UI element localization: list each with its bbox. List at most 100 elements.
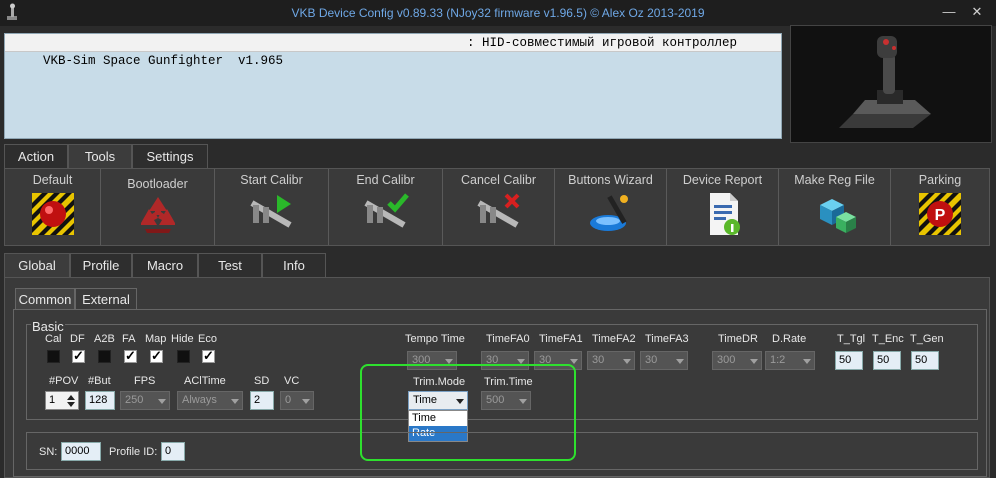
timedr-value: 300 [717,354,736,366]
acltime-select[interactable]: Always [177,391,243,410]
device-row[interactable]: VKB-Sim Space Gunfighter v1.965 : HID-со… [5,34,781,68]
timefa2-label: TimeFA2 [592,333,636,345]
minimize-button[interactable]: — [940,4,958,20]
window-title: VKB Device Config v0.89.33 (NJoy32 firmw… [291,6,705,20]
pov-down-arrow-icon[interactable] [67,402,75,407]
start-calibr-button[interactable]: Start Calibr [215,169,329,245]
parking-label: Parking [918,173,962,187]
timefa3-value: 30 [645,354,658,366]
chevron-down-icon [623,359,631,364]
device-image [790,25,992,143]
tab-macro[interactable]: Macro [132,253,198,278]
drate-value: 1:2 [770,354,786,366]
chevron-down-icon [158,399,166,404]
flag-checkbox-a2b[interactable] [98,350,111,363]
flag-checkbox-map[interactable] [150,348,163,364]
acltime-label: AClTime [184,375,226,387]
default-label: Default [32,173,73,187]
caliper-play-icon [249,195,292,228]
start-calibr-label: Start Calibr [240,173,303,187]
make-reg-file-label: Make Reg File [794,173,875,187]
profile-id-label: Profile ID: [109,446,158,458]
t-tgl-field[interactable]: 50 [835,351,863,370]
registry-cubes-icon [819,199,856,233]
tab-tools[interactable]: Tools [68,144,132,169]
pov-value: 1 [49,394,56,406]
bootloader-button[interactable]: Bootloader [101,169,215,245]
tools-toolbar: Default Bootloader Start Calibr End Cali… [4,168,990,246]
svg-text:P: P [935,207,946,224]
timefa0-label: TimeFA0 [486,333,530,345]
buttons-count-field[interactable]: 128 [85,391,115,410]
buttons-wizard-label: Buttons Wizard [568,173,653,187]
cancel-calibr-label: Cancel Calibr [460,173,537,187]
tab-action[interactable]: Action [4,144,68,169]
chevron-down-icon [676,359,684,364]
parking-button[interactable]: Parking P [891,169,989,245]
tab-external[interactable]: External [75,288,137,310]
default-button[interactable]: Default [5,169,101,245]
timefa1-label: TimeFA1 [539,333,583,345]
buttons-wizard-button[interactable]: Buttons Wizard [555,169,667,245]
document-info-icon [709,193,740,235]
t-enc-label: T_Enc [872,333,904,345]
end-calibr-button[interactable]: End Calibr [329,169,443,245]
pov-label: #POV [49,375,79,387]
fps-select[interactable]: 250 [120,391,170,410]
tab-profile[interactable]: Profile [70,253,132,278]
sn-label: SN: [39,446,58,458]
device-report-button[interactable]: Device Report [667,169,779,245]
cancel-calibr-button[interactable]: Cancel Calibr [443,169,555,245]
pov-up-arrow-icon[interactable] [67,395,75,400]
flag-label-a2b: A2B [94,333,115,345]
flag-label-hide: Hide [171,333,194,345]
flag-label-fa: FA [122,333,136,345]
tab-test[interactable]: Test [198,253,262,278]
timefa3-label: TimeFA3 [645,333,689,345]
fps-value: 250 [125,394,144,406]
magic-wand-icon [589,195,628,231]
tab-info[interactable]: Info [262,253,326,278]
caliper-cancel-icon [476,193,519,228]
title-bar: VKB Device Config v0.89.33 (NJoy32 firmw… [0,0,996,26]
timedr-label: TimeDR [718,333,758,345]
buttons-count-label: #But [88,375,111,387]
flag-checkbox-fa[interactable] [124,348,137,364]
timedr-select[interactable]: 300 [712,351,762,370]
device-description: : HID-совместимый игровой контроллер [467,36,738,50]
tab-settings[interactable]: Settings [132,144,208,169]
bootloader-label: Bootloader [127,177,188,191]
flag-checkbox-cal[interactable] [47,350,60,363]
trim-highlight-outline [360,364,576,461]
vc-select[interactable]: 0 [280,391,314,410]
parking-sign-icon: P [919,193,961,235]
flag-label-eco: Eco [198,333,217,345]
sd-field[interactable]: 2 [250,391,274,410]
timefa2-select[interactable]: 30 [587,351,635,370]
flag-checkbox-eco[interactable] [202,348,215,364]
tab-global[interactable]: Global [4,253,70,278]
device-name: VKB-Sim Space Gunfighter v1.965 [43,54,284,68]
caliper-check-icon [363,193,409,228]
close-button[interactable]: ✕ [968,4,986,20]
flag-checkbox-df[interactable] [72,348,85,364]
tab-common[interactable]: Common [15,288,75,310]
flag-label-cal: Cal [45,333,62,345]
recycle-icon [140,197,175,233]
flag-checkbox-hide[interactable] [177,350,190,363]
t-gen-field[interactable]: 50 [911,351,939,370]
t-enc-field[interactable]: 50 [873,351,901,370]
pov-spinner[interactable]: 1 [45,391,79,410]
timefa3-select[interactable]: 30 [640,351,688,370]
device-list[interactable]: VKB-Sim Space Gunfighter v1.965 : HID-со… [4,33,782,139]
device-report-label: Device Report [682,173,763,187]
chevron-down-icon [231,399,239,404]
make-reg-file-button[interactable]: Make Reg File [779,169,891,245]
chevron-down-icon [750,359,758,364]
profile-id-field[interactable]: 0 [161,442,185,461]
tempo-time-label: Tempo Time [405,333,465,345]
sn-field[interactable]: 0000 [61,442,101,461]
drate-select[interactable]: 1:2 [765,351,815,370]
chevron-down-icon [570,359,578,364]
hazard-red-button-icon [31,193,74,235]
